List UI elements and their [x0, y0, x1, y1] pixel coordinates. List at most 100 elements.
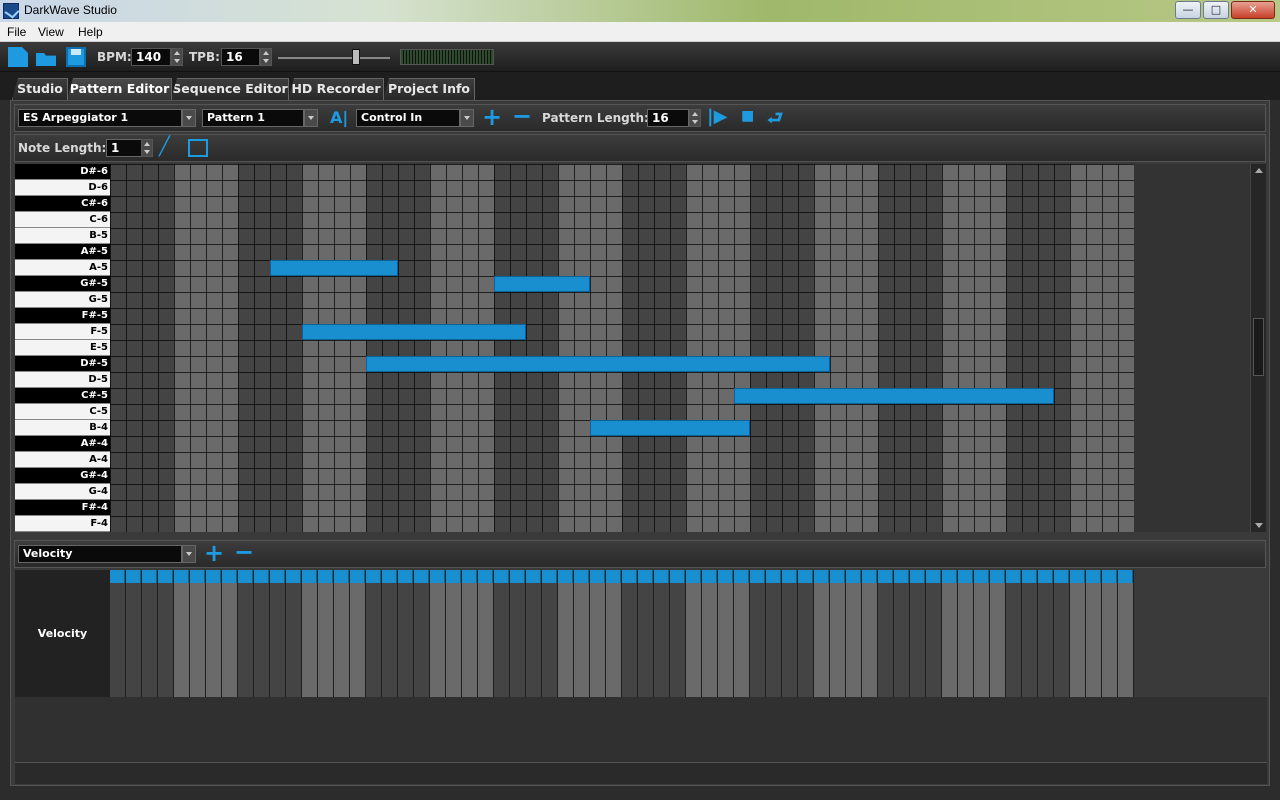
velocity-marker[interactable] [606, 570, 621, 583]
velocity-marker[interactable] [558, 570, 573, 583]
velocity-marker[interactable] [1102, 570, 1117, 583]
velocity-step[interactable] [926, 570, 942, 697]
velocity-marker[interactable] [670, 570, 685, 583]
velocity-step[interactable] [270, 570, 286, 697]
note-block[interactable] [734, 388, 1054, 404]
velocity-step[interactable] [862, 570, 878, 697]
velocity-step[interactable] [910, 570, 926, 697]
piano-key[interactable]: D-6 [15, 180, 110, 196]
tab-pattern-editor[interactable]: Pattern Editor [67, 78, 172, 100]
velocity-step[interactable] [894, 570, 910, 697]
piano-key[interactable]: D#-5 [15, 356, 110, 372]
note-grid[interactable] [110, 164, 1134, 532]
velocity-marker[interactable] [494, 570, 509, 583]
bpm-input[interactable]: 140 [131, 48, 171, 66]
velocity-marker[interactable] [1038, 570, 1053, 583]
note-block[interactable] [366, 356, 830, 372]
velocity-step[interactable] [1006, 570, 1022, 697]
velocity-step[interactable] [542, 570, 558, 697]
velocity-marker[interactable] [142, 570, 157, 583]
velocity-step[interactable] [830, 570, 846, 697]
piano-key[interactable]: F#-4 [15, 500, 110, 516]
velocity-marker[interactable] [526, 570, 541, 583]
velocity-marker[interactable] [254, 570, 269, 583]
velocity-marker[interactable] [270, 570, 285, 583]
piano-key[interactable]: G#-5 [15, 276, 110, 292]
piano-key[interactable]: F-5 [15, 324, 110, 340]
velocity-step[interactable] [526, 570, 542, 697]
bpm-stepper[interactable] [171, 48, 183, 66]
velocity-marker[interactable] [878, 570, 893, 583]
velocity-step[interactable] [174, 570, 190, 697]
velocity-marker[interactable] [302, 570, 317, 583]
velocity-marker[interactable] [206, 570, 221, 583]
scroll-down-icon[interactable] [1255, 523, 1263, 528]
scroll-up-icon[interactable] [1255, 168, 1263, 173]
menu-file[interactable]: File [7, 25, 26, 39]
velocity-step[interactable] [126, 570, 142, 697]
velocity-step[interactable] [382, 570, 398, 697]
velocity-step[interactable] [942, 570, 958, 697]
velocity-step[interactable] [462, 570, 478, 697]
velocity-marker[interactable] [318, 570, 333, 583]
velocity-step[interactable] [1054, 570, 1070, 697]
note-length-input[interactable]: 1 [106, 139, 142, 157]
velocity-step[interactable] [590, 570, 606, 697]
note-block[interactable] [590, 420, 750, 436]
piano-key[interactable]: B-4 [15, 420, 110, 436]
velocity-step[interactable] [366, 570, 382, 697]
velocity-marker[interactable] [126, 570, 141, 583]
piano-key[interactable]: A-5 [15, 260, 110, 276]
velocity-marker[interactable] [510, 570, 525, 583]
pattern-dropdown-arrow[interactable] [304, 109, 318, 127]
velocity-marker[interactable] [222, 570, 237, 583]
velocity-marker[interactable] [446, 570, 461, 583]
velocity-step[interactable] [1070, 570, 1086, 697]
velocity-step[interactable] [222, 570, 238, 697]
velocity-step[interactable] [190, 570, 206, 697]
velocity-marker[interactable] [1070, 570, 1085, 583]
velocity-marker[interactable] [190, 570, 205, 583]
velocity-marker[interactable] [430, 570, 445, 583]
pencil-icon[interactable]: ╱ [159, 136, 170, 157]
new-file-icon[interactable] [8, 47, 28, 67]
velocity-step[interactable] [446, 570, 462, 697]
velocity-step[interactable] [974, 570, 990, 697]
tab-studio[interactable]: Studio [12, 78, 68, 100]
velocity-step[interactable] [254, 570, 270, 697]
velocity-step[interactable] [414, 570, 430, 697]
velocity-step[interactable] [558, 570, 574, 697]
play-icon[interactable]: |▶ [707, 106, 727, 127]
velocity-marker[interactable] [926, 570, 941, 583]
pattern-length-stepper[interactable] [689, 109, 701, 127]
velocity-step[interactable] [286, 570, 302, 697]
tpb-input[interactable]: 16 [221, 48, 260, 66]
velocity-step[interactable] [686, 570, 702, 697]
velocity-marker[interactable] [462, 570, 477, 583]
velocity-step[interactable] [1038, 570, 1054, 697]
menu-view[interactable]: View [38, 25, 64, 39]
auto-input-icon[interactable]: A| [330, 108, 348, 127]
instrument-dropdown[interactable]: ES Arpeggiator 1 [18, 109, 182, 127]
velocity-marker[interactable] [110, 570, 125, 583]
input-dropdown-arrow[interactable] [460, 109, 474, 127]
velocity-step[interactable] [638, 570, 654, 697]
velocity-marker[interactable] [1118, 570, 1133, 583]
velocity-step[interactable] [350, 570, 366, 697]
volume-slider-track[interactable] [278, 57, 390, 59]
velocity-step[interactable] [702, 570, 718, 697]
close-button[interactable]: ✕ [1231, 1, 1275, 19]
velocity-step[interactable] [1118, 570, 1134, 697]
menu-help[interactable]: Help [78, 25, 103, 39]
piano-key[interactable]: G-4 [15, 484, 110, 500]
tab-sequence-editor[interactable]: Sequence Editor [171, 78, 289, 100]
velocity-step[interactable] [142, 570, 158, 697]
velocity-marker[interactable] [798, 570, 813, 583]
velocity-marker[interactable] [398, 570, 413, 583]
velocity-marker[interactable] [766, 570, 781, 583]
open-folder-icon[interactable] [36, 47, 56, 67]
note-block[interactable] [494, 276, 590, 292]
velocity-marker[interactable] [1086, 570, 1101, 583]
controller-dropdown-arrow[interactable] [182, 545, 196, 563]
velocity-marker[interactable] [654, 570, 669, 583]
